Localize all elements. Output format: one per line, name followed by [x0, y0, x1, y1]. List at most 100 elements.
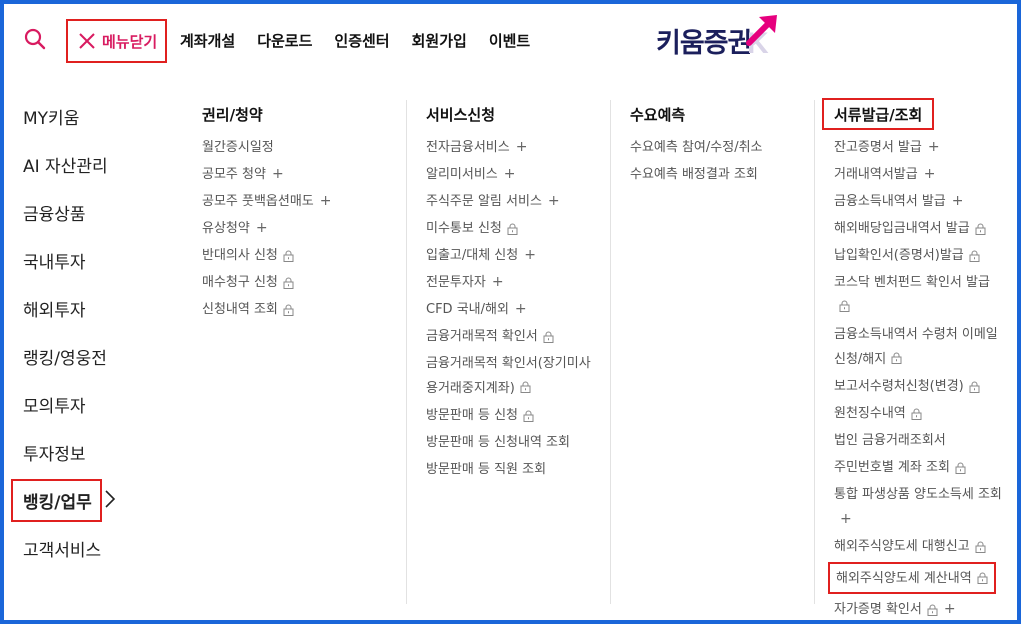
menu-link-label: 잔고증명서 발급: [834, 140, 922, 155]
menu-link[interactable]: 코스닥 벤처펀드 확인서 발급: [834, 269, 1002, 321]
menu-link[interactable]: 매수청구 신청: [202, 269, 397, 296]
menu-mock-invest[interactable]: 모의투자: [23, 392, 108, 440]
menu-link[interactable]: 유상청약 +: [202, 215, 397, 242]
lock-icon: [927, 604, 938, 616]
plus-icon: +: [503, 166, 516, 182]
plus-icon: +: [923, 166, 936, 182]
menu-banking-active[interactable]: 뱅킹/업무: [11, 479, 102, 522]
menu-link-label: 공모주 청약: [202, 167, 266, 182]
menu-link[interactable]: 잔고증명서 발급 +: [834, 134, 1002, 161]
lock-icon: [283, 250, 294, 262]
menu-link[interactable]: 주민번호별 계좌 조회: [834, 454, 1002, 481]
menu-link[interactable]: 방문판매 등 직원 조회: [426, 456, 596, 483]
column-rights: 권리/청약 월간증시일정 공모주 청약 + 공모주 풋백옵션매도 + 유상청약 + 반대의사 …: [202, 104, 397, 323]
menu-link-label: 반대의사 신청: [202, 248, 278, 263]
plus-icon: +: [491, 274, 504, 290]
menu-link[interactable]: 해외주식양도세 대행신고: [834, 533, 1002, 560]
column-documents: 서류발급/조회 잔고증명서 발급 + 거래내역서발급 + 금융소득내역서 발급 + 해외배당…: [822, 98, 1002, 623]
menu-link-label: 방문판매 등 신청내역 조회: [426, 435, 570, 450]
menu-link[interactable]: 방문판매 등 신청내역 조회: [426, 429, 596, 456]
menu-link[interactable]: 거래내역서발급 +: [834, 161, 1002, 188]
top-nav: 계좌개설 다운로드 인증센터 회원가입 이벤트: [180, 30, 552, 51]
menu-link[interactable]: 입출고/대체 신청 +: [426, 242, 596, 269]
menu-link[interactable]: 자가증명 확인서 +: [834, 596, 1002, 623]
menu-financial-products[interactable]: 금융상품: [23, 200, 108, 248]
menu-link[interactable]: 주식주문 알림 서비스 +: [426, 188, 596, 215]
demand-list: 수요예측 참여/수정/취소수요예측 배정결과 조회: [630, 134, 805, 188]
menu-link[interactable]: 월간증시일정: [202, 134, 397, 161]
menu-link[interactable]: 수요예측 참여/수정/취소: [630, 134, 805, 161]
lock-icon: [911, 408, 922, 420]
plus-icon: +: [319, 193, 332, 209]
close-menu-button[interactable]: 메뉴닫기: [66, 19, 167, 63]
header: 메뉴닫기 계좌개설 다운로드 인증센터 회원가입 이벤트 키움증권 K: [4, 4, 1017, 74]
close-menu-label: 메뉴닫기: [102, 32, 158, 51]
column-title-documents: 서류발급/조회: [822, 98, 935, 130]
menu-link[interactable]: 반대의사 신청: [202, 242, 397, 269]
menu-link-label: 주민번호별 계좌 조회: [834, 460, 950, 475]
menu-link[interactable]: 보고서수령처신청(변경): [834, 373, 1002, 400]
plus-icon: +: [943, 601, 956, 617]
menu-link-label: 자가증명 확인서: [834, 602, 922, 617]
menu-link[interactable]: 금융거래목적 확인서(장기미사용거래중지계좌): [426, 350, 596, 402]
menu-link[interactable]: 금융소득내역서 발급 +: [834, 188, 1002, 215]
menu-ai-asset[interactable]: AI 자산관리: [23, 152, 108, 200]
rights-list: 월간증시일정 공모주 청약 + 공모주 풋백옵션매도 + 유상청약 + 반대의사 신청 매수청구…: [202, 134, 397, 323]
menu-overseas-invest[interactable]: 해외투자: [23, 296, 108, 344]
menu-link[interactable]: 납입확인서(증명서)발급: [834, 242, 1002, 269]
menu-link[interactable]: 미수통보 신청: [426, 215, 596, 242]
lock-icon: [507, 223, 518, 235]
column-divider: [814, 100, 815, 604]
menu-customer-service[interactable]: 고객서비스: [23, 536, 101, 584]
column-title-service: 서비스신청: [426, 106, 496, 124]
menu-link-label: 알리미서비스: [426, 167, 498, 182]
menu-link[interactable]: 해외배당입금내역서 발급: [834, 215, 1002, 242]
menu-link-label: 해외주식양도세 대행신고: [834, 539, 970, 554]
menu-link[interactable]: 전문투자자 +: [426, 269, 596, 296]
menu-link-label: 원천징수내역: [834, 406, 906, 421]
plus-icon: +: [524, 247, 536, 263]
menu-link[interactable]: 해외주식양도세 계산내역: [828, 562, 996, 594]
lock-icon: [969, 250, 980, 262]
menu-link[interactable]: 원천징수내역: [834, 400, 1002, 427]
menu-link[interactable]: 금융소득내역서 수령처 이메일 신청/해지: [834, 321, 1002, 373]
nav-event[interactable]: 이벤트: [489, 30, 530, 51]
lock-icon: [543, 331, 554, 343]
menu-link[interactable]: 금융거래목적 확인서: [426, 323, 596, 350]
menu-link[interactable]: 통합 파생상품 양도소득세 조회 +: [834, 481, 1002, 533]
menu-link-label: 금융거래목적 확인서(장기미사용거래중지계좌): [426, 356, 591, 396]
column-divider: [406, 100, 407, 604]
menu-link[interactable]: 공모주 풋백옵션매도 +: [202, 188, 397, 215]
menu-link-label: 금융소득내역서 수령처 이메일 신청/해지: [834, 327, 998, 367]
nav-open-account[interactable]: 계좌개설: [180, 30, 235, 51]
lock-icon: [969, 381, 980, 393]
menu-link[interactable]: 수요예측 배정결과 조회: [630, 161, 805, 188]
nav-signup[interactable]: 회원가입: [412, 30, 467, 51]
menu-link[interactable]: 전자금융서비스 +: [426, 134, 596, 161]
kiwoom-logo[interactable]: 키움증권 K: [656, 15, 783, 62]
menu-my-kiwoom[interactable]: MY키움: [23, 104, 108, 152]
nav-download[interactable]: 다운로드: [257, 30, 312, 51]
menu-link[interactable]: CFD 국내/해외 +: [426, 296, 596, 323]
menu-ranking[interactable]: 랭킹/영웅전: [23, 344, 108, 392]
chevron-right-icon: [105, 490, 116, 508]
menu-link[interactable]: 방문판매 등 신청: [426, 402, 596, 429]
nav-cert-center[interactable]: 인증센터: [334, 30, 389, 51]
column-divider: [610, 100, 611, 604]
documents-list: 잔고증명서 발급 + 거래내역서발급 + 금융소득내역서 발급 + 해외배당입금내역서 발급…: [828, 134, 1002, 623]
menu-link-label: 유상청약: [202, 221, 250, 236]
menu-link[interactable]: 법인 금융거래조회서: [834, 427, 1002, 454]
logo-arrow-icon: K: [746, 15, 778, 57]
plus-icon: +: [840, 511, 852, 527]
plus-icon: +: [547, 193, 560, 209]
plus-icon: +: [951, 193, 964, 209]
menu-link[interactable]: 알리미서비스 +: [426, 161, 596, 188]
menu-domestic-invest[interactable]: 국내투자: [23, 248, 108, 296]
menu-link-label: 수요예측 참여/수정/취소: [630, 140, 763, 155]
search-icon[interactable]: [24, 28, 46, 50]
menu-link[interactable]: 공모주 청약 +: [202, 161, 397, 188]
plus-icon: +: [515, 139, 528, 155]
plus-icon: +: [271, 166, 284, 182]
menu-link[interactable]: 신청내역 조회: [202, 296, 397, 323]
lock-icon: [955, 462, 966, 474]
